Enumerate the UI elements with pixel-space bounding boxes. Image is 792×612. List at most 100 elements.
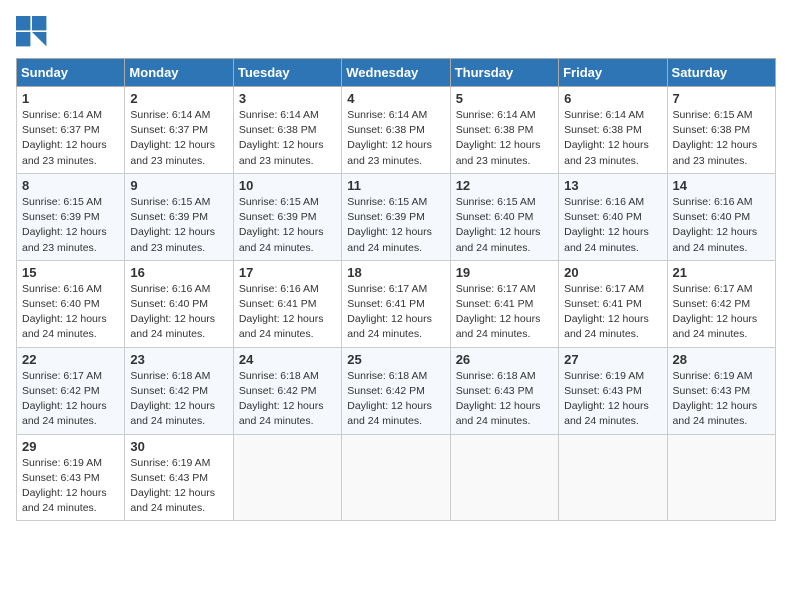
- day-info-10: Sunrise: 6:15 AM Sunset: 6:39 PM Dayligh…: [239, 195, 336, 256]
- day-info-7: Sunrise: 6:15 AM Sunset: 6:38 PM Dayligh…: [673, 108, 770, 169]
- day-info-30: Sunrise: 6:19 AM Sunset: 6:43 PM Dayligh…: [130, 456, 227, 517]
- day-number-11: 11: [347, 178, 444, 193]
- day-number-25: 25: [347, 352, 444, 367]
- generalblue-icon: [16, 16, 48, 48]
- day-cell-28: 28 Sunrise: 6:19 AM Sunset: 6:43 PM Dayl…: [667, 347, 775, 434]
- week-row-1: 1 Sunrise: 6:14 AM Sunset: 6:37 PM Dayli…: [17, 87, 776, 174]
- logo: [16, 16, 52, 48]
- day-number-2: 2: [130, 91, 227, 106]
- empty-cell: [342, 434, 450, 521]
- day-info-28: Sunrise: 6:19 AM Sunset: 6:43 PM Dayligh…: [673, 369, 770, 430]
- day-cell-3: 3 Sunrise: 6:14 AM Sunset: 6:38 PM Dayli…: [233, 87, 341, 174]
- day-info-8: Sunrise: 6:15 AM Sunset: 6:39 PM Dayligh…: [22, 195, 119, 256]
- day-cell-16: 16 Sunrise: 6:16 AM Sunset: 6:40 PM Dayl…: [125, 260, 233, 347]
- day-cell-8: 8 Sunrise: 6:15 AM Sunset: 6:39 PM Dayli…: [17, 173, 125, 260]
- day-cell-12: 12 Sunrise: 6:15 AM Sunset: 6:40 PM Dayl…: [450, 173, 558, 260]
- day-number-5: 5: [456, 91, 553, 106]
- empty-cell: [233, 434, 341, 521]
- day-cell-11: 11 Sunrise: 6:15 AM Sunset: 6:39 PM Dayl…: [342, 173, 450, 260]
- day-number-29: 29: [22, 439, 119, 454]
- day-info-17: Sunrise: 6:16 AM Sunset: 6:41 PM Dayligh…: [239, 282, 336, 343]
- day-cell-10: 10 Sunrise: 6:15 AM Sunset: 6:39 PM Dayl…: [233, 173, 341, 260]
- day-cell-13: 13 Sunrise: 6:16 AM Sunset: 6:40 PM Dayl…: [559, 173, 667, 260]
- day-number-19: 19: [456, 265, 553, 280]
- day-info-18: Sunrise: 6:17 AM Sunset: 6:41 PM Dayligh…: [347, 282, 444, 343]
- day-number-13: 13: [564, 178, 661, 193]
- day-info-14: Sunrise: 6:16 AM Sunset: 6:40 PM Dayligh…: [673, 195, 770, 256]
- day-number-30: 30: [130, 439, 227, 454]
- day-number-16: 16: [130, 265, 227, 280]
- day-cell-5: 5 Sunrise: 6:14 AM Sunset: 6:38 PM Dayli…: [450, 87, 558, 174]
- day-number-27: 27: [564, 352, 661, 367]
- day-cell-22: 22 Sunrise: 6:17 AM Sunset: 6:42 PM Dayl…: [17, 347, 125, 434]
- day-cell-20: 20 Sunrise: 6:17 AM Sunset: 6:41 PM Dayl…: [559, 260, 667, 347]
- day-info-9: Sunrise: 6:15 AM Sunset: 6:39 PM Dayligh…: [130, 195, 227, 256]
- week-row-3: 15 Sunrise: 6:16 AM Sunset: 6:40 PM Dayl…: [17, 260, 776, 347]
- week-row-2: 8 Sunrise: 6:15 AM Sunset: 6:39 PM Dayli…: [17, 173, 776, 260]
- col-saturday: Saturday: [667, 59, 775, 87]
- day-cell-18: 18 Sunrise: 6:17 AM Sunset: 6:41 PM Dayl…: [342, 260, 450, 347]
- col-thursday: Thursday: [450, 59, 558, 87]
- day-number-12: 12: [456, 178, 553, 193]
- day-info-1: Sunrise: 6:14 AM Sunset: 6:37 PM Dayligh…: [22, 108, 119, 169]
- col-friday: Friday: [559, 59, 667, 87]
- logo-combined: [16, 16, 52, 48]
- day-cell-30: 30 Sunrise: 6:19 AM Sunset: 6:43 PM Dayl…: [125, 434, 233, 521]
- day-number-9: 9: [130, 178, 227, 193]
- day-number-15: 15: [22, 265, 119, 280]
- day-cell-2: 2 Sunrise: 6:14 AM Sunset: 6:37 PM Dayli…: [125, 87, 233, 174]
- day-number-22: 22: [22, 352, 119, 367]
- week-row-5: 29 Sunrise: 6:19 AM Sunset: 6:43 PM Dayl…: [17, 434, 776, 521]
- day-info-6: Sunrise: 6:14 AM Sunset: 6:38 PM Dayligh…: [564, 108, 661, 169]
- col-sunday: Sunday: [17, 59, 125, 87]
- day-info-11: Sunrise: 6:15 AM Sunset: 6:39 PM Dayligh…: [347, 195, 444, 256]
- day-cell-17: 17 Sunrise: 6:16 AM Sunset: 6:41 PM Dayl…: [233, 260, 341, 347]
- day-cell-27: 27 Sunrise: 6:19 AM Sunset: 6:43 PM Dayl…: [559, 347, 667, 434]
- day-info-2: Sunrise: 6:14 AM Sunset: 6:37 PM Dayligh…: [130, 108, 227, 169]
- day-cell-24: 24 Sunrise: 6:18 AM Sunset: 6:42 PM Dayl…: [233, 347, 341, 434]
- day-info-16: Sunrise: 6:16 AM Sunset: 6:40 PM Dayligh…: [130, 282, 227, 343]
- day-cell-1: 1 Sunrise: 6:14 AM Sunset: 6:37 PM Dayli…: [17, 87, 125, 174]
- day-number-7: 7: [673, 91, 770, 106]
- day-info-3: Sunrise: 6:14 AM Sunset: 6:38 PM Dayligh…: [239, 108, 336, 169]
- day-number-6: 6: [564, 91, 661, 106]
- day-info-24: Sunrise: 6:18 AM Sunset: 6:42 PM Dayligh…: [239, 369, 336, 430]
- col-monday: Monday: [125, 59, 233, 87]
- day-number-26: 26: [456, 352, 553, 367]
- day-cell-29: 29 Sunrise: 6:19 AM Sunset: 6:43 PM Dayl…: [17, 434, 125, 521]
- day-info-29: Sunrise: 6:19 AM Sunset: 6:43 PM Dayligh…: [22, 456, 119, 517]
- day-info-21: Sunrise: 6:17 AM Sunset: 6:42 PM Dayligh…: [673, 282, 770, 343]
- day-number-4: 4: [347, 91, 444, 106]
- day-info-19: Sunrise: 6:17 AM Sunset: 6:41 PM Dayligh…: [456, 282, 553, 343]
- day-cell-6: 6 Sunrise: 6:14 AM Sunset: 6:38 PM Dayli…: [559, 87, 667, 174]
- day-number-21: 21: [673, 265, 770, 280]
- day-cell-14: 14 Sunrise: 6:16 AM Sunset: 6:40 PM Dayl…: [667, 173, 775, 260]
- day-cell-23: 23 Sunrise: 6:18 AM Sunset: 6:42 PM Dayl…: [125, 347, 233, 434]
- day-cell-19: 19 Sunrise: 6:17 AM Sunset: 6:41 PM Dayl…: [450, 260, 558, 347]
- header: [16, 16, 776, 48]
- day-cell-26: 26 Sunrise: 6:18 AM Sunset: 6:43 PM Dayl…: [450, 347, 558, 434]
- day-number-28: 28: [673, 352, 770, 367]
- day-cell-25: 25 Sunrise: 6:18 AM Sunset: 6:42 PM Dayl…: [342, 347, 450, 434]
- day-info-13: Sunrise: 6:16 AM Sunset: 6:40 PM Dayligh…: [564, 195, 661, 256]
- day-number-10: 10: [239, 178, 336, 193]
- day-number-18: 18: [347, 265, 444, 280]
- calendar-header-row: Sunday Monday Tuesday Wednesday Thursday…: [17, 59, 776, 87]
- day-number-14: 14: [673, 178, 770, 193]
- col-tuesday: Tuesday: [233, 59, 341, 87]
- day-info-27: Sunrise: 6:19 AM Sunset: 6:43 PM Dayligh…: [564, 369, 661, 430]
- day-info-20: Sunrise: 6:17 AM Sunset: 6:41 PM Dayligh…: [564, 282, 661, 343]
- day-info-23: Sunrise: 6:18 AM Sunset: 6:42 PM Dayligh…: [130, 369, 227, 430]
- empty-cell: [559, 434, 667, 521]
- day-info-4: Sunrise: 6:14 AM Sunset: 6:38 PM Dayligh…: [347, 108, 444, 169]
- day-number-8: 8: [22, 178, 119, 193]
- day-number-23: 23: [130, 352, 227, 367]
- day-cell-4: 4 Sunrise: 6:14 AM Sunset: 6:38 PM Dayli…: [342, 87, 450, 174]
- day-info-5: Sunrise: 6:14 AM Sunset: 6:38 PM Dayligh…: [456, 108, 553, 169]
- day-number-24: 24: [239, 352, 336, 367]
- col-wednesday: Wednesday: [342, 59, 450, 87]
- empty-cell: [667, 434, 775, 521]
- day-info-15: Sunrise: 6:16 AM Sunset: 6:40 PM Dayligh…: [22, 282, 119, 343]
- day-number-1: 1: [22, 91, 119, 106]
- day-cell-7: 7 Sunrise: 6:15 AM Sunset: 6:38 PM Dayli…: [667, 87, 775, 174]
